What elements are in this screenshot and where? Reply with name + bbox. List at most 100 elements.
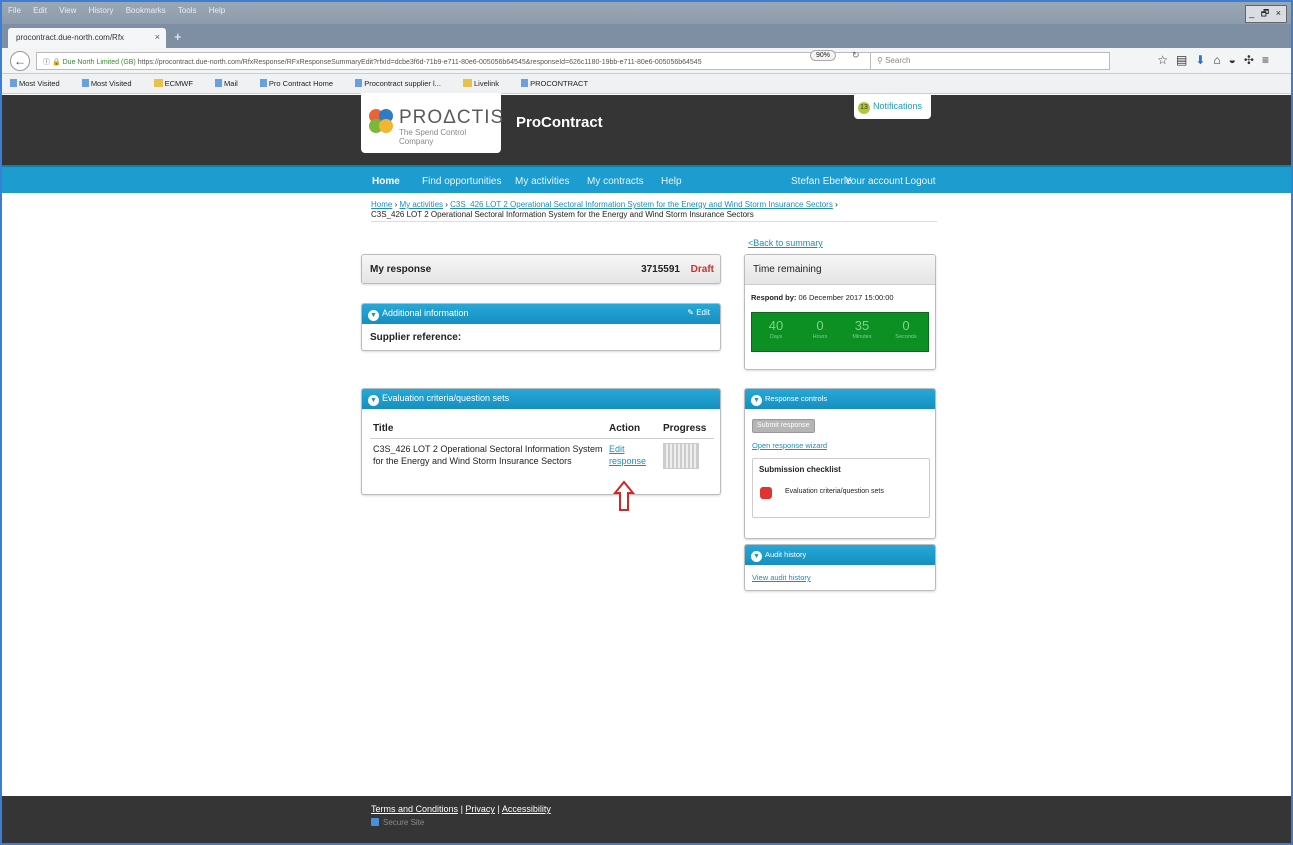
countdown-days: 40 Days [768,318,784,340]
countdown-seconds: 0 Seconds [895,318,917,340]
lock-icon: 🔒 [51,59,61,66]
pocket-icon[interactable]: ◒ [1229,53,1244,67]
response-controls-title: Response controls [765,394,828,403]
breadcrumb-my-activities[interactable]: My activities [399,200,443,209]
additional-info-title: Additional information [382,308,469,318]
browser-tab[interactable]: procontract.due-north.com/Rfx × [8,28,166,48]
proactis-logo[interactable]: PROΔCTIS The Spend Control Company [361,93,505,153]
view-audit-history-link[interactable]: View audit history [745,565,935,590]
notifications-button[interactable]: 13 Notifications [854,95,931,119]
reload-icon[interactable]: ↻ [852,50,860,61]
nav-logout[interactable]: Logout [905,176,936,187]
back-arrow-icon[interactable]: ← [10,51,30,71]
notifications-label: Notifications [873,101,923,111]
privacy-link[interactable]: Privacy [465,804,495,814]
breadcrumb: Home › My activities › C3S_426 LOT 2 Ope… [371,200,937,222]
page-icon [521,79,529,87]
audit-history-header[interactable]: ▼ Audit history [745,545,935,565]
bookmark-most-visited-2[interactable]: Most Visited [81,79,142,88]
table-header-row: Title Action Progress [370,419,714,439]
search-icon: ⚲ [877,56,883,65]
star-icon[interactable]: ☆ [1157,53,1176,67]
window-controls[interactable]: _ 🗗 × [1245,5,1287,23]
nav-help[interactable]: Help [661,176,682,187]
my-response-header: My response 3715591 Draft [362,255,720,283]
edit-button[interactable]: ✎ Edit [687,308,710,317]
extension-icon[interactable]: ✣ [1244,53,1262,67]
bookmark-procontract[interactable]: PROCONTRACT [521,79,598,88]
menu-tools[interactable]: Tools [178,6,197,15]
response-controls-header[interactable]: ▼ Response controls [745,389,935,409]
submission-checklist: Submission checklist Evaluation criteria… [752,458,930,518]
url-text: https://procontract.due-north.com/RfxRes… [137,59,702,66]
site-name: ProContract [516,114,603,131]
footer-separator: | [497,804,500,814]
accessibility-link[interactable]: Accessibility [502,804,551,814]
bookmark-mail[interactable]: Mail [215,79,248,88]
menu-edit[interactable]: Edit [33,6,47,15]
tab-title: procontract.due-north.com/Rfx [16,33,125,42]
my-response-panel: My response 3715591 Draft [361,254,721,284]
download-icon[interactable]: ⬇ [1195,53,1213,67]
additional-info-header[interactable]: ▼ Additional information ✎ Edit [362,304,720,324]
url-bar[interactable]: ⓘ 🔒 Due North Limited (GB) https://proco… [36,52,920,70]
menu-bookmarks[interactable]: Bookmarks [126,6,166,15]
site-header [2,95,1291,165]
chevron-down-icon: ▼ [751,395,762,406]
bookmark-pro-contract-home[interactable]: Pro Contract Home [259,79,343,88]
main-nav: Home Find opportunities My activities My… [2,165,1291,193]
lock-icon [371,818,379,826]
folder-icon [153,79,163,87]
evaluation-table: Title Action Progress C3S_426 LOT 2 Oper… [370,419,714,473]
menu-file[interactable]: File [8,6,21,15]
tab-close-icon[interactable]: × [155,32,160,42]
reading-list-icon[interactable]: ▤ [1176,53,1195,67]
evaluation-header[interactable]: ▼ Evaluation criteria/question sets [362,389,720,409]
pencil-icon: ✎ [687,308,694,317]
search-input[interactable]: ⚲ Search [870,52,1110,70]
info-icon[interactable]: ⓘ [43,59,50,66]
nav-home[interactable]: Home [372,176,400,187]
bookmark-livelink[interactable]: Livelink [463,79,509,88]
terms-link[interactable]: Terms and Conditions [371,804,458,814]
nav-my-activities[interactable]: My activities [515,176,569,187]
back-to-summary-link[interactable]: <Back to summary [748,238,823,248]
submit-response-button[interactable]: Submit response [752,419,815,433]
supplier-reference-label: Supplier reference: [370,332,462,343]
chevron-down-icon: ▼ [368,310,379,321]
additional-info-panel: ▼ Additional information ✎ Edit Supplier … [361,303,721,351]
bookmark-most-visited-1[interactable]: Most Visited [10,79,70,88]
home-icon[interactable]: ⌂ [1213,53,1228,67]
breadcrumb-home[interactable]: Home [371,200,392,209]
breadcrumb-separator: › [832,200,838,209]
menu-help[interactable]: Help [209,6,225,15]
notifications-badge: 13 [858,102,870,114]
edit-response-link[interactable]: Edit response [609,444,646,466]
page-icon [259,79,267,87]
bookmark-ecmwf[interactable]: ECMWF [153,79,203,88]
nav-find-opportunities[interactable]: Find opportunities [422,176,502,187]
logo-text: PROΔCTIS [399,107,505,128]
nav-user-name[interactable]: Stefan Eberle [791,176,852,187]
menu-view[interactable]: View [59,6,76,15]
nav-your-account[interactable]: Your account [845,176,903,187]
incomplete-status-icon [760,487,772,499]
audit-history-panel: ▼ Audit history View audit history [744,544,936,591]
zoom-indicator[interactable]: 90% [810,50,837,61]
menu-history[interactable]: History [89,6,114,15]
arrow-up-icon [613,480,635,511]
secure-site: Secure Site [371,818,424,827]
response-controls-panel: ▼ Response controls Submit response Open … [744,388,936,539]
page-icon [10,79,17,87]
proactis-logo-mark-icon [369,109,393,133]
countdown-hours: 0 Hours [812,318,828,340]
hamburger-menu-icon[interactable]: ≡ [1262,53,1277,67]
open-response-wizard-link[interactable]: Open response wizard [752,441,827,450]
url-identity: Due North Limited (GB) [62,59,136,66]
respond-by: Respond by: 06 December 2017 15:00:00 [745,285,935,306]
row-title: C3S_426 LOT 2 Operational Sectoral Infor… [373,444,603,466]
bookmark-procontract-supplier[interactable]: Procontract supplier l... [355,79,451,88]
new-tab-button[interactable]: + [174,29,182,44]
breadcrumb-project[interactable]: C3S_426 LOT 2 Operational Sectoral Infor… [450,200,833,209]
nav-my-contracts[interactable]: My contracts [587,176,644,187]
